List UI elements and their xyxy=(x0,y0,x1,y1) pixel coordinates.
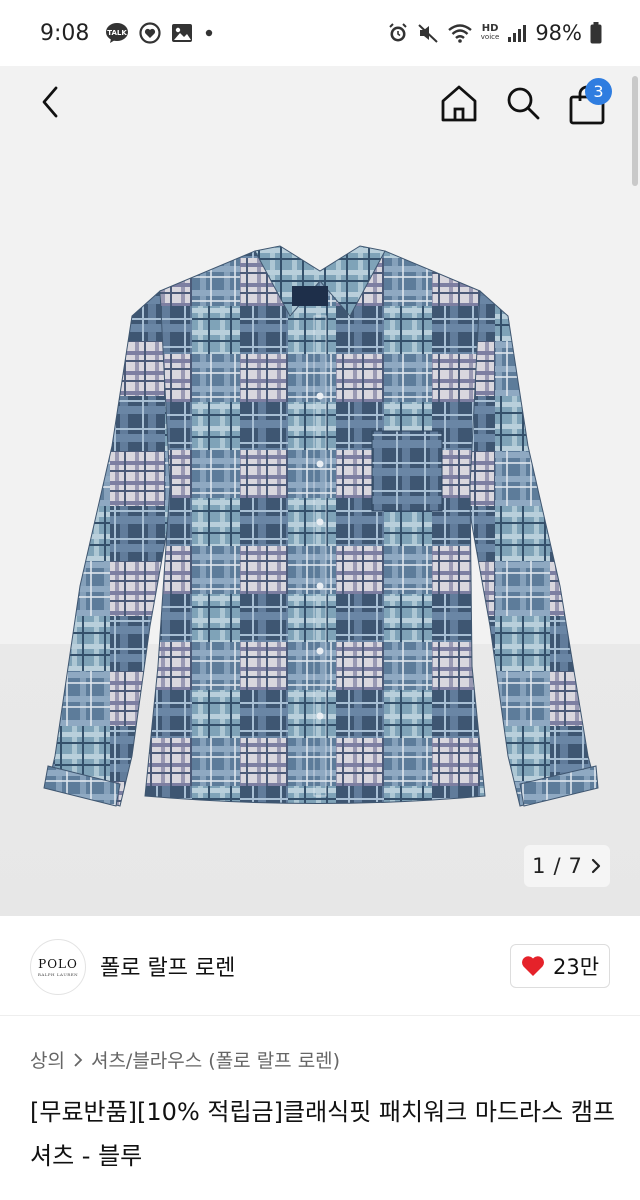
like-button[interactable]: 23만 xyxy=(510,944,610,988)
status-right: HD voice 98% xyxy=(387,21,602,45)
home-icon xyxy=(441,85,477,122)
back-icon xyxy=(42,86,58,118)
back-button[interactable] xyxy=(28,80,72,124)
product-image[interactable]: 1 / 7 xyxy=(0,66,640,916)
hd-label: HD xyxy=(481,23,499,34)
battery-percent: 98% xyxy=(535,21,582,45)
heart-icon xyxy=(522,956,544,976)
brand-logo-subtext: RALPH LAUREN xyxy=(37,972,79,977)
shirt-photo xyxy=(43,245,599,807)
product-title: [무료반품][10% 적립금]클래식핏 패치워크 마드라스 캠프 셔츠 - 블루 xyxy=(30,1098,615,1170)
breadcrumb: 상의 셔츠/블라우스 (폴로 랄프 로렌) xyxy=(30,1046,340,1073)
talk-icon: TALK xyxy=(105,22,129,44)
brand-row: POLO RALPH LAUREN 폴로 랄프 로렌 23만 xyxy=(0,916,640,1016)
status-time: 9:08 xyxy=(40,20,90,46)
wifi-icon xyxy=(447,22,473,44)
breadcrumb-category[interactable]: 상의 xyxy=(30,1046,65,1073)
brand-name[interactable]: 폴로 랄프 로렌 xyxy=(100,950,235,982)
pager-total: 7 xyxy=(568,854,582,878)
brand-logo[interactable]: POLO RALPH LAUREN xyxy=(30,939,86,995)
home-button[interactable] xyxy=(436,80,482,126)
breadcrumb-subcategory[interactable]: 셔츠/블라우스 (폴로 랄프 로렌) xyxy=(91,1046,340,1073)
pager-current: 1 xyxy=(532,854,546,878)
pager-separator: / xyxy=(553,854,561,878)
cart-count-badge: 3 xyxy=(585,78,612,105)
search-icon xyxy=(507,87,540,120)
battery-icon xyxy=(590,22,602,44)
hd-voice-label: HD voice xyxy=(481,24,500,42)
heart-circle-icon xyxy=(139,22,162,44)
voice-label: voice xyxy=(480,33,500,41)
image-pager[interactable]: 1 / 7 xyxy=(524,845,610,887)
status-bar: 9:08 TALK HD voice 98% xyxy=(0,0,640,66)
mute-icon xyxy=(417,22,439,44)
search-button[interactable] xyxy=(500,80,546,126)
alarm-icon xyxy=(387,22,409,44)
brand-logo-text: POLO xyxy=(38,957,78,971)
image-icon xyxy=(171,23,193,43)
svg-text:TALK: TALK xyxy=(108,29,128,37)
dot-icon xyxy=(203,27,215,39)
signal-icon xyxy=(507,23,527,43)
chevron-right-icon xyxy=(74,1052,83,1067)
status-left: 9:08 TALK xyxy=(40,21,215,46)
like-count: 23만 xyxy=(552,955,600,979)
chevron-right-icon xyxy=(590,857,602,875)
nav-bar xyxy=(0,66,640,142)
